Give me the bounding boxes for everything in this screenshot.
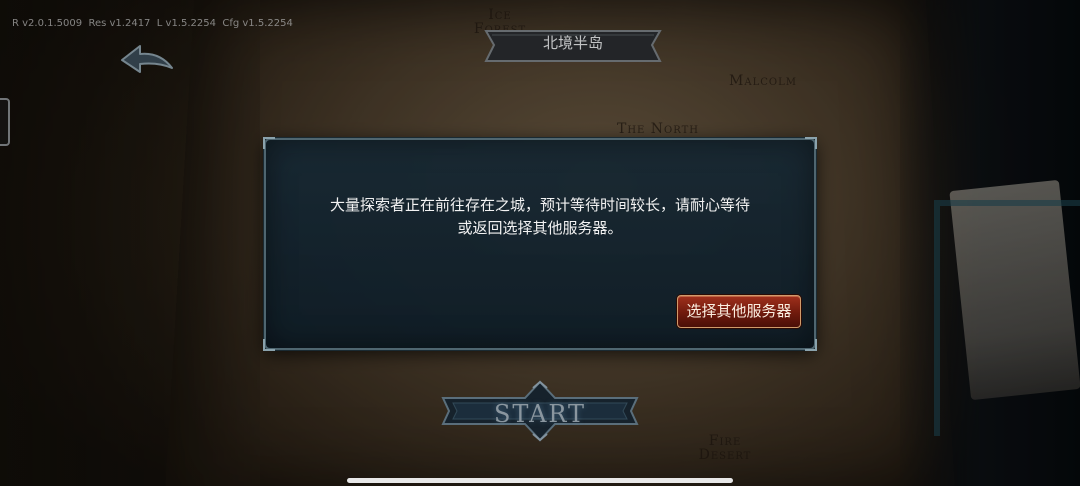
queue-dialog: 大量探索者正在前往存在之城，预计等待时间较长，请耐心等待 或返回选择其他服务器。… bbox=[263, 137, 817, 351]
home-indicator[interactable] bbox=[347, 478, 733, 483]
corner-ornament bbox=[805, 339, 817, 351]
corner-ornament bbox=[805, 137, 817, 149]
dialog-message: 大量探索者正在前往存在之城，预计等待时间较长，请耐心等待 或返回选择其他服务器。 bbox=[286, 194, 794, 240]
corner-ornament bbox=[263, 339, 275, 351]
corner-ornament bbox=[263, 137, 275, 149]
message-line-2: 或返回选择其他服务器。 bbox=[457, 219, 623, 237]
game-screen: Ice Forest Malcolm The North Fire Desert… bbox=[0, 0, 1080, 486]
select-other-server-button[interactable]: 选择其他服务器 bbox=[677, 295, 801, 328]
message-line-1: 大量探索者正在前往存在之城，预计等待时间较长，请耐心等待 bbox=[329, 196, 750, 214]
